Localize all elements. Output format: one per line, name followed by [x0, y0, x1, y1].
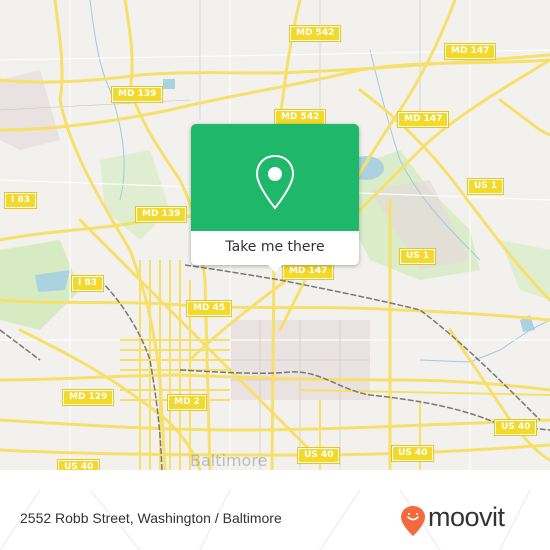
- location-popup: Take me there: [191, 124, 359, 272]
- moovit-logo[interactable]: moovit: [400, 500, 540, 540]
- address-text: 2552 Robb Street, Washington / Baltimore: [20, 510, 282, 526]
- road-shield-md129: MD 129: [61, 389, 115, 406]
- road-shield-md542: MD 542: [273, 109, 327, 126]
- popup-tail: [267, 264, 283, 272]
- road-shield-md147: MD 147: [396, 111, 450, 128]
- road-shield-us1: US 1: [466, 178, 505, 195]
- road-shield-us40: US 40: [296, 447, 341, 464]
- road-shield-i83: I 83: [70, 275, 105, 292]
- road-shield-md139: MD 139: [110, 86, 164, 103]
- footer: 2552 Robb Street, Washington / Baltimore…: [0, 490, 550, 550]
- take-me-there-button[interactable]: Take me there: [191, 231, 359, 265]
- moovit-wordmark: moovit: [428, 502, 505, 532]
- road-shield-md147: MD 147: [443, 43, 497, 60]
- road-shield-us40: US 40: [56, 459, 101, 470]
- road-shield-md542: MD 542: [288, 25, 342, 42]
- city-label: Baltimore: [190, 451, 267, 470]
- map[interactable]: Baltimore MD 542 MD 147 MD 139 MD 542 MD…: [0, 0, 550, 470]
- moovit-pin-icon: [401, 506, 425, 536]
- road-shield-us40: US 40: [390, 445, 435, 462]
- road-shield-us1: US 1: [398, 248, 437, 265]
- road-shield-md139: MD 139: [134, 206, 188, 223]
- road-shield-md147: MD 147: [281, 263, 335, 280]
- map-pin-icon: [255, 154, 295, 210]
- road-shield-us40: US 40: [493, 419, 538, 436]
- road-shield-i83: I 83: [3, 192, 38, 209]
- road-shield-md2: MD 2: [167, 394, 207, 411]
- popup-header: [191, 124, 359, 231]
- road-shield-md45: MD 45: [185, 300, 233, 317]
